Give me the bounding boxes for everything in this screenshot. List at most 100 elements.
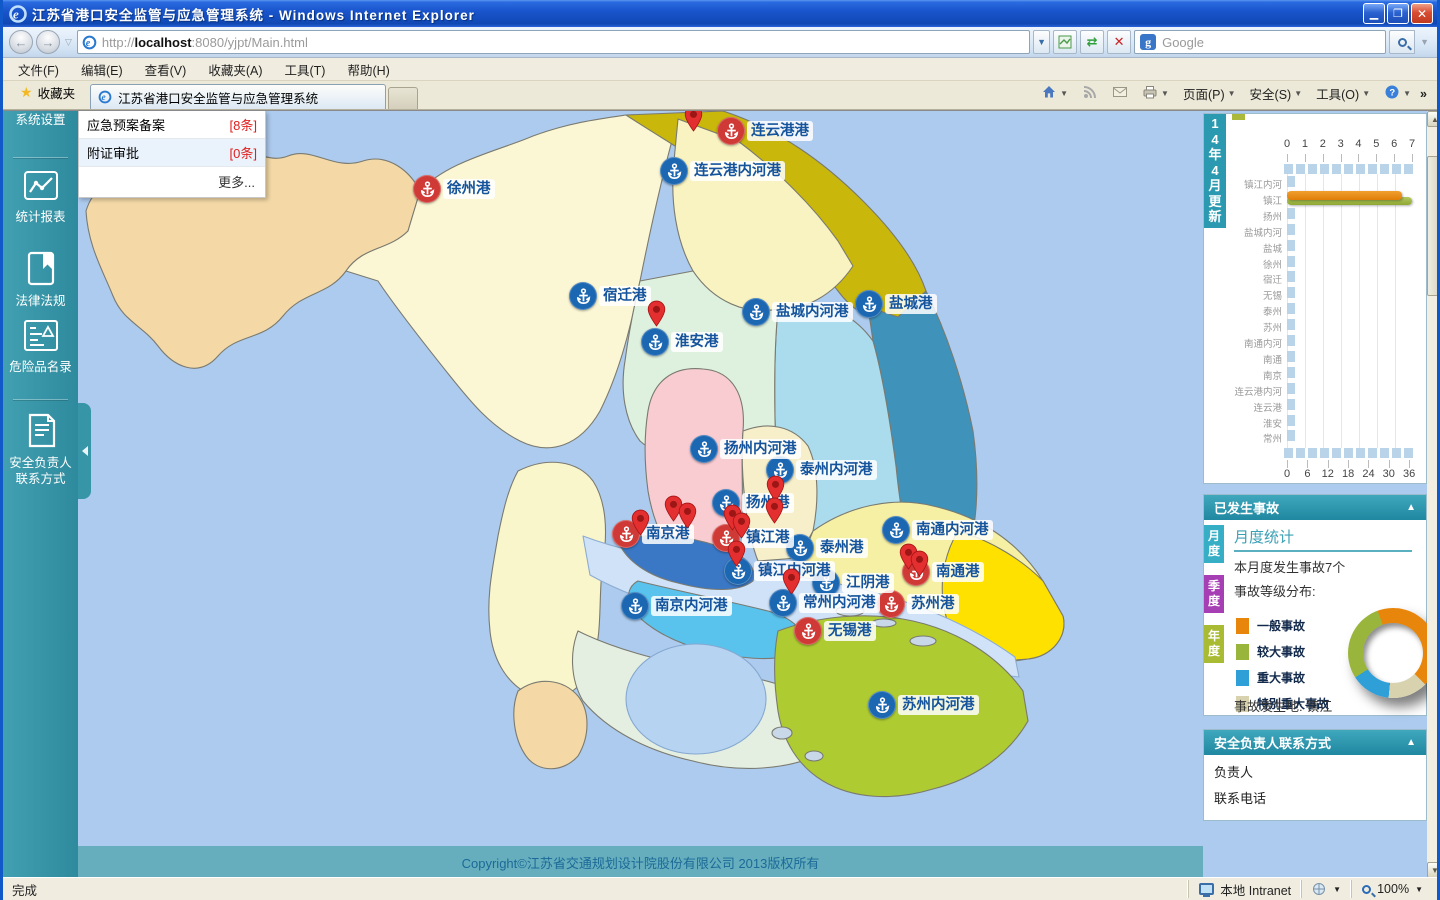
port-label[interactable]: 盐城港 [885,294,937,314]
port-label[interactable]: 扬州内河港 [720,439,801,459]
period-tab-2[interactable]: 年度 [1204,625,1224,663]
port-label[interactable]: 盐城内河港 [772,302,853,322]
port-label[interactable]: 苏州内河港 [898,695,979,715]
province-map[interactable]: 徐州港连云港港连云港内河港宿迁港淮安港盐城内河港盐城港扬州内河港泰州内河港扬州港… [78,111,1203,846]
incident-pin-icon[interactable] [909,550,930,577]
search-button[interactable] [1389,30,1415,54]
port-anchor-icon[interactable] [569,282,597,310]
legend-color-chip [1236,644,1249,660]
port-anchor-icon[interactable] [717,117,745,145]
feeds-button[interactable] [1077,82,1103,105]
incident-pin-icon[interactable] [781,568,802,595]
url-dropdown-button[interactable]: ▼ [1033,30,1050,54]
back-button[interactable]: ← [9,30,33,54]
forward-button[interactable]: → [36,30,60,54]
port-label[interactable]: 南通内河港 [912,520,993,540]
menu-item-4[interactable]: 工具(T) [273,57,336,82]
help-button[interactable]: ?▼ [1379,82,1416,105]
port-label[interactable]: 无锡港 [824,621,876,641]
quick-task-row-0[interactable]: 应急预案备案[8条] [79,111,265,139]
refresh-button[interactable]: ⇄ [1080,30,1104,54]
port-anchor-icon[interactable] [621,592,649,620]
incident-pin-icon[interactable] [677,502,698,529]
incident-pin-icon[interactable] [630,509,651,536]
sidebar-item-3[interactable]: 危险品名录 [3,319,78,375]
incident-pin-icon[interactable] [726,540,747,567]
scroll-up-button[interactable]: ▲ [1427,111,1437,127]
port-label[interactable]: 江阴港 [842,573,894,593]
port-anchor-icon[interactable] [794,617,822,645]
safety-menu-button[interactable]: 安全(S)▼ [1245,82,1308,105]
incident-pin-icon[interactable] [731,512,752,539]
sidebar-item-label: 法律法规 [3,293,78,309]
sidebar-item-4[interactable]: 安全负责人联系方式 [3,413,78,487]
incident-pin-icon[interactable] [683,110,704,132]
port-label[interactable]: 连云港内河港 [690,161,785,181]
collapse-arrow-icon[interactable]: ▲ [1406,502,1416,513]
favorites-button[interactable]: ★ 收藏夹 [11,79,84,106]
read-mail-button[interactable] [1107,82,1133,105]
port-anchor-icon[interactable] [660,157,688,185]
port-anchor-icon[interactable] [855,290,883,318]
collapse-arrow-icon[interactable]: ▲ [1406,737,1416,748]
contact-panel-header[interactable]: 安全负责人联系方式 ▲ [1204,730,1426,755]
port-label[interactable]: 徐州港 [443,179,495,199]
scroll-down-button[interactable]: ▼ [1427,862,1437,877]
quick-more-link[interactable]: 更多... [79,167,265,197]
sidebar-item-1[interactable]: 统计报表 [3,169,78,225]
menu-item-3[interactable]: 收藏夹(A) [197,57,273,82]
port-anchor-icon[interactable] [641,328,669,356]
incident-pin-icon[interactable] [646,300,667,327]
compatibility-button[interactable] [1053,30,1077,54]
sidebar-collapse-handle[interactable] [78,403,91,499]
book-icon [3,251,78,287]
port-anchor-icon[interactable] [742,298,770,326]
port-label[interactable]: 泰州港 [816,538,868,558]
home-button[interactable]: ▼ [1036,82,1073,105]
port-anchor-icon[interactable] [868,691,896,719]
protected-mode-control[interactable]: ▼ [1301,880,1351,898]
globe-icon [1312,882,1327,896]
sidebar-item-2[interactable]: 法律法规 [3,251,78,309]
history-dropdown-icon[interactable]: ▽ [63,37,74,48]
port-anchor-icon[interactable] [877,590,905,618]
favorites-bar: ★ 收藏夹 e 江苏省港口安全监管与应急管理系统 ▼▼页面(P)▼安全(S)▼工… [3,81,1437,110]
port-label[interactable]: 苏州港 [907,594,959,614]
accident-panel-header[interactable]: 已发生事故 ▲ [1204,495,1426,520]
tools-menu-button[interactable]: 工具(O)▼ [1311,82,1375,105]
page-menu-button[interactable]: 页面(P)▼ [1178,82,1241,105]
port-anchor-icon[interactable] [413,175,441,203]
port-label[interactable]: 宿迁港 [599,286,651,306]
period-tab-1[interactable]: 季度 [1204,575,1224,613]
menu-item-2[interactable]: 查看(V) [134,57,198,82]
new-tab-stub[interactable] [388,87,418,109]
url-field[interactable]: e http://localhost:8080/yjpt/Main.html [77,30,1030,54]
scrollbar-thumb[interactable] [1427,156,1437,296]
port-label[interactable]: 南京内河港 [651,596,732,616]
port-anchor-icon[interactable] [690,435,718,463]
search-dropdown-icon[interactable]: ▼ [1418,37,1431,47]
port-anchor-icon[interactable] [882,516,910,544]
restore-button[interactable]: ❐ [1387,3,1409,24]
menu-item-0[interactable]: 文件(F) [7,57,70,82]
print-button[interactable]: ▼ [1137,82,1174,105]
close-button[interactable]: ✕ [1411,3,1433,24]
menu-item-1[interactable]: 编辑(E) [70,57,134,82]
stop-button[interactable]: ✕ [1107,30,1131,54]
period-tab-0[interactable]: 月度 [1204,525,1224,563]
port-label[interactable]: 连云港港 [747,121,813,141]
quick-task-row-1[interactable]: 附证审批[0条] [79,139,265,167]
port-label[interactable]: 淮安港 [671,332,723,352]
tab-active[interactable]: e 江苏省港口安全监管与应急管理系统 [90,84,386,109]
zoom-control[interactable]: 100% ▼ [1351,880,1433,898]
more-commands-icon[interactable]: » [1420,87,1427,101]
incident-pin-icon[interactable] [764,497,785,524]
port-label[interactable]: 南通港 [932,562,984,582]
minimize-button[interactable]: ▁ [1363,3,1385,24]
port-label[interactable]: 常州内河港 [799,593,880,613]
sidebar-item-0[interactable]: 系统设置 [3,112,78,128]
page-scrollbar[interactable]: ▲ ▼ [1427,111,1437,877]
port-label[interactable]: 泰州内河港 [796,460,877,480]
search-input[interactable]: g Google [1134,30,1386,54]
menu-item-5[interactable]: 帮助(H) [336,57,400,82]
